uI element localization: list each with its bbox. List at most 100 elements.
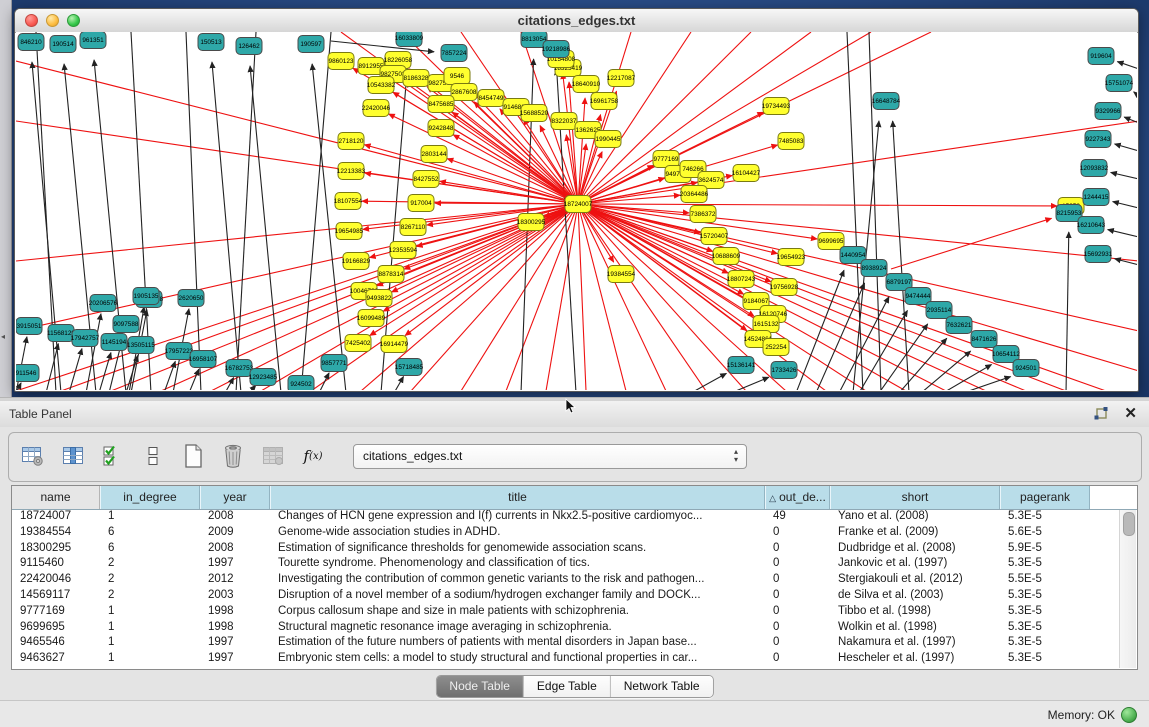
table-cell[interactable]: Embryonic stem cells: a model to study s… [270,651,765,667]
network-edge[interactable] [301,32,331,390]
network-node[interactable]: 12217087 [607,70,636,87]
network-node[interactable]: 15720407 [700,228,729,245]
table-cell[interactable]: 2008 [200,509,270,525]
select-all-icon[interactable] [99,442,127,470]
table-cell[interactable]: 18300295 [12,541,100,557]
network-node[interactable]: 1244415 [1083,189,1109,206]
network-node[interactable]: 924501 [1013,360,1039,377]
table-cell[interactable]: 0 [765,541,830,557]
network-node[interactable]: 1990445 [595,131,621,148]
network-node[interactable]: 9242848 [428,120,454,137]
table-cell[interactable]: 0 [765,556,830,572]
network-node[interactable]: 1145194 [101,334,127,351]
network-node[interactable]: 7485083 [778,133,804,150]
network-edge[interactable] [250,66,281,390]
network-node[interactable]: 19218986 [542,41,571,58]
network-edge[interactable] [578,204,706,390]
table-cell[interactable]: 1 [100,651,200,667]
table-cell[interactable]: 1997 [200,556,270,572]
network-node[interactable]: 252254 [763,339,789,356]
table-cell[interactable]: 1 [100,509,200,525]
network-edge[interactable] [1115,144,1137,151]
column-header-name[interactable]: name [12,486,100,509]
panel-collapse-arrow-icon[interactable]: ◂ [1,332,5,341]
table-cell[interactable]: Investigating the contribution of common… [270,572,765,588]
network-edge[interactable] [1111,172,1137,179]
table-cell[interactable]: 1 [100,635,200,651]
network-edge[interactable] [691,373,726,390]
table-cell[interactable]: Estimation of the future numbers of pati… [270,635,765,651]
table-cell[interactable]: Stergiakouli et al. (2012) [830,572,1000,588]
float-panel-icon[interactable] [1093,406,1109,422]
network-edge[interactable] [1134,92,1137,96]
network-edge[interactable] [86,314,101,390]
network-node[interactable]: 9474444 [905,288,931,305]
network-node[interactable]: 8427552 [413,171,439,188]
network-node[interactable]: 1733426 [771,362,797,379]
table-cell[interactable]: 18724007 [12,509,100,525]
table-cell[interactable]: 0 [765,651,830,667]
network-node[interactable]: 20206576 [89,295,118,312]
network-node[interactable]: 19654985 [335,223,364,240]
network-edge[interactable] [578,204,1026,390]
tab-edge-table[interactable]: Edge Table [524,676,611,697]
table-cell[interactable]: 1998 [200,604,270,620]
network-node[interactable]: 19654923 [777,249,806,266]
network-node[interactable]: 8322037 [551,113,577,130]
network-node[interactable]: 12923485 [249,369,278,386]
table-cell[interactable]: 5.3E-5 [1000,635,1090,651]
network-canvas[interactable]: 1872400789129551822605898275031054338298… [16,32,1137,390]
network-node[interactable]: 2935114 [926,302,952,319]
network-node[interactable]: 18807243 [727,271,756,288]
network-node[interactable]: 12093832 [1080,160,1109,177]
table-cell[interactable]: 5.3E-5 [1000,509,1090,525]
table-cell[interactable]: Hescheler et al. (1997) [830,651,1000,667]
network-edge[interactable] [1066,232,1069,390]
network-node[interactable]: 15688520 [520,105,549,122]
table-cell[interactable]: Franke et al. (2009) [830,525,1000,541]
network-node[interactable]: 8186328 [403,70,429,87]
network-node[interactable]: 7632621 [946,317,972,334]
network-node[interactable]: 7425402 [345,335,371,352]
column-header-title[interactable]: title [270,486,765,509]
table-cell[interactable]: Nakamura et al. (1997) [830,635,1000,651]
network-node[interactable]: 10543382 [367,77,396,94]
table-cell[interactable]: 5.3E-5 [1000,604,1090,620]
table-cell[interactable]: 22420046 [12,572,100,588]
table-row[interactable]: 911546021997Tourette syndrome. Phenomeno… [12,556,1119,572]
network-edge[interactable] [1108,230,1137,237]
network-edge[interactable] [212,62,241,390]
network-edge[interactable] [546,204,578,390]
network-node[interactable]: 16961758 [590,93,619,110]
new-document-icon[interactable] [179,442,207,470]
table-row[interactable]: 946362711997Embryonic stem cells: a mode… [12,651,1119,667]
table-cell[interactable]: Tourette syndrome. Phenomenology and cla… [270,556,765,572]
table-cell[interactable]: 9777169 [12,604,100,620]
network-node[interactable]: 16104427 [732,165,761,182]
table-cell[interactable]: Dudbridge et al. (2008) [830,541,1000,557]
network-node[interactable]: 190514 [50,36,76,53]
network-node[interactable]: 9097588 [113,316,139,333]
network-node[interactable]: 8267110 [400,219,426,236]
table-cell[interactable]: 0 [765,604,830,620]
table-cell[interactable]: 5.3E-5 [1000,588,1090,604]
show-column-icon[interactable] [59,442,87,470]
scrollbar-thumb[interactable] [1123,512,1135,536]
table-cell[interactable]: 14569117 [12,588,100,604]
network-node[interactable]: 961351 [80,32,106,49]
network-node[interactable]: 9777169 [653,151,679,168]
network-edge[interactable] [847,32,863,390]
network-node[interactable]: 8938924 [861,260,887,277]
table-cell[interactable]: Changes of HCN gene expression and I(f) … [270,509,765,525]
table-mode-icon[interactable] [19,442,47,470]
table-cell[interactable]: Estimation of significance thresholds fo… [270,541,765,557]
network-edge[interactable] [578,32,811,204]
table-cell[interactable]: 2012 [200,572,270,588]
network-node[interactable]: 126462 [236,38,262,55]
network-edge[interactable] [1113,202,1137,208]
table-cell[interactable]: 0 [765,572,830,588]
table-cell[interactable]: 5.9E-5 [1000,541,1090,557]
table-vertical-scrollbar[interactable] [1119,510,1136,668]
network-edge[interactable] [16,61,578,204]
network-node[interactable]: 13505115 [127,337,155,354]
